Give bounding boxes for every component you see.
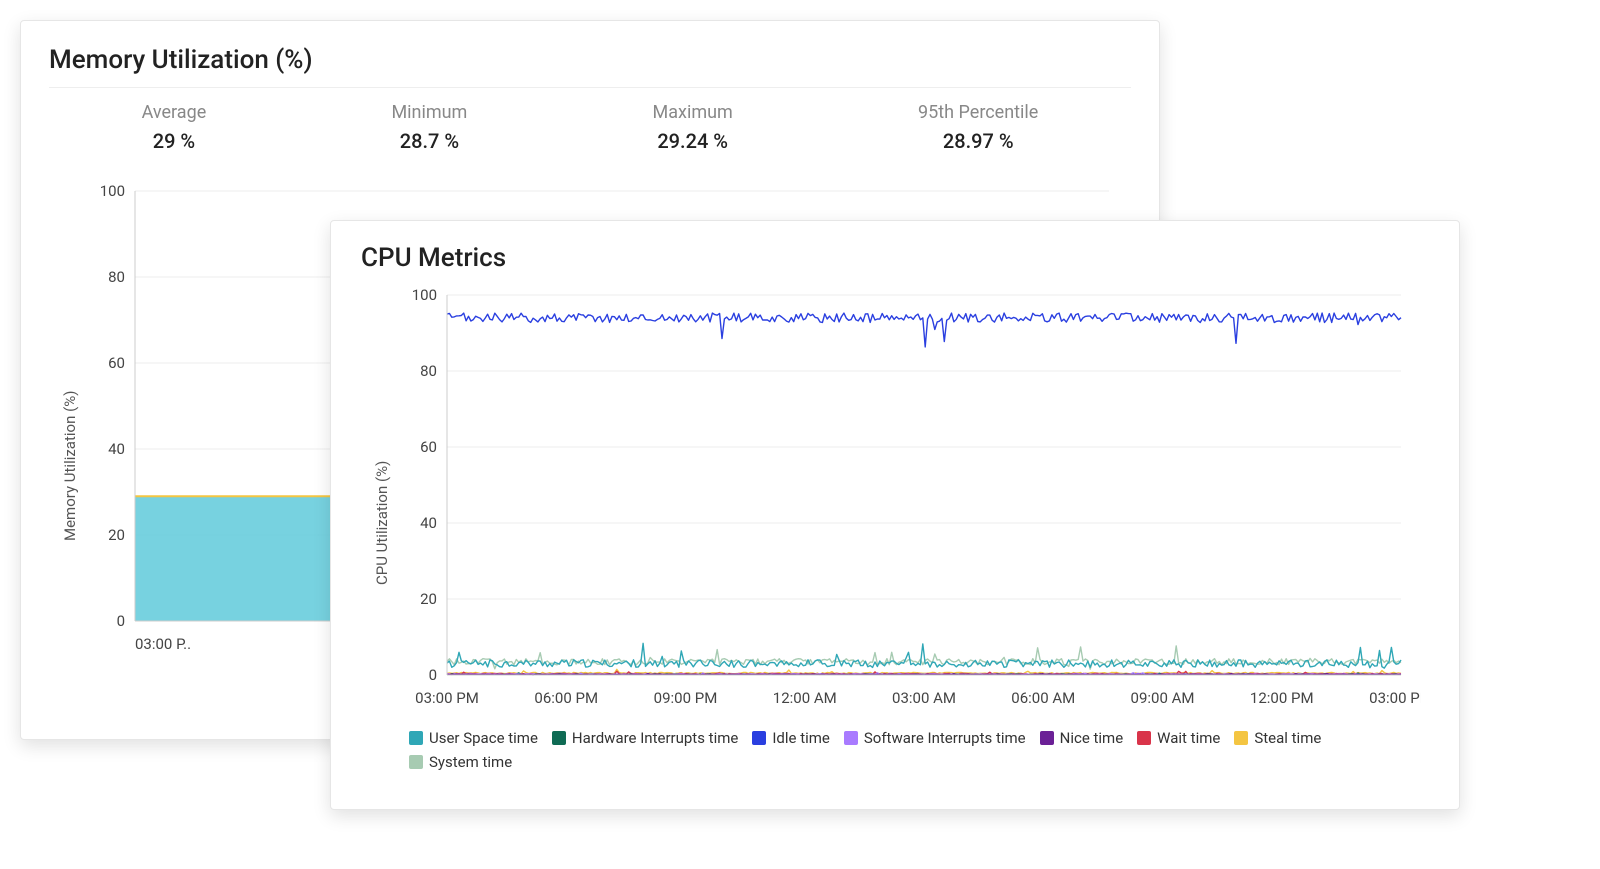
svg-text:60: 60	[108, 354, 125, 372]
stat-label: Minimum	[391, 102, 467, 123]
legend-item[interactable]: Nice time	[1040, 729, 1124, 747]
svg-text:12:00 PM: 12:00 PM	[1250, 689, 1314, 707]
stat-value: 29.24 %	[653, 129, 733, 153]
cpu-legend: User Space time Hardware Interrupts time I…	[409, 729, 1429, 771]
legend-swatch	[752, 731, 766, 745]
legend-swatch	[409, 755, 423, 769]
legend-item[interactable]: Software Interrupts time	[844, 729, 1026, 747]
legend-swatch	[1234, 731, 1248, 745]
legend-swatch	[552, 731, 566, 745]
svg-text:40: 40	[108, 440, 125, 458]
memory-y-axis-label: Memory Utilization (%)	[61, 391, 79, 541]
cpu-card-title: CPU Metrics	[361, 243, 1429, 273]
svg-text:100: 100	[412, 286, 437, 304]
legend-item[interactable]: System time	[409, 753, 512, 771]
stat-minimum: Minimum 28.7 %	[391, 102, 467, 153]
stat-maximum: Maximum 29.24 %	[653, 102, 733, 153]
stat-label: Average	[142, 102, 207, 123]
cpu-y-axis-label: CPU Utilization (%)	[373, 461, 391, 585]
cpu-chart-wrap: CPU Utilization (%) 0 20 40 60 80 100 03:00 PM…	[361, 285, 1429, 715]
svg-text:0: 0	[117, 612, 125, 630]
svg-text:03:00 PM: 03:00 PM	[415, 689, 479, 707]
stat-p95: 95th Percentile 28.97 %	[918, 102, 1038, 153]
legend-label: System time	[429, 753, 512, 771]
svg-text:06:00 AM: 06:00 AM	[1011, 689, 1075, 707]
cpu-card: CPU Metrics CPU Utilization (%) 0 20 40 60 8…	[330, 220, 1460, 810]
svg-text:60: 60	[420, 438, 437, 456]
svg-text:20: 20	[420, 590, 437, 608]
stat-label: 95th Percentile	[918, 102, 1038, 123]
stat-value: 28.7 %	[391, 129, 467, 153]
legend-label: Hardware Interrupts time	[572, 729, 738, 747]
legend-label: Steal time	[1254, 729, 1321, 747]
legend-label: Nice time	[1060, 729, 1124, 747]
stat-value: 28.97 %	[918, 129, 1038, 153]
stat-value: 29 %	[142, 129, 207, 153]
legend-item[interactable]: Idle time	[752, 729, 830, 747]
svg-text:03:00 AM: 03:00 AM	[892, 689, 956, 707]
legend-label: Software Interrupts time	[864, 729, 1026, 747]
svg-text:0: 0	[429, 666, 437, 684]
svg-text:12:00 AM: 12:00 AM	[773, 689, 837, 707]
legend-item[interactable]: Wait time	[1137, 729, 1220, 747]
memory-stats-row: Average 29 % Minimum 28.7 % Maximum 29.2…	[49, 102, 1131, 153]
cpu-chart: 0 20 40 60 80 100 03:00 PM 06:00 PM 09:00 PM 12:0…	[361, 285, 1421, 715]
svg-text:06:00 PM: 06:00 PM	[534, 689, 598, 707]
legend-swatch	[844, 731, 858, 745]
legend-swatch	[409, 731, 423, 745]
svg-text:40: 40	[420, 514, 437, 532]
divider	[49, 87, 1131, 88]
svg-text:09:00 PM: 09:00 PM	[654, 689, 718, 707]
svg-text:09:00 AM: 09:00 AM	[1131, 689, 1195, 707]
svg-text:20: 20	[108, 526, 125, 544]
svg-text:80: 80	[108, 268, 125, 286]
svg-text:100: 100	[100, 182, 125, 200]
legend-item[interactable]: Steal time	[1234, 729, 1321, 747]
stat-label: Maximum	[653, 102, 733, 123]
legend-item[interactable]: User Space time	[409, 729, 538, 747]
legend-label: User Space time	[429, 729, 538, 747]
legend-swatch	[1040, 731, 1054, 745]
legend-item[interactable]: Hardware Interrupts time	[552, 729, 738, 747]
svg-text:80: 80	[420, 362, 437, 380]
memory-card-title: Memory Utilization (%)	[49, 45, 1131, 75]
legend-label: Wait time	[1157, 729, 1220, 747]
svg-text:03:00 P..: 03:00 P..	[135, 635, 191, 653]
stat-average: Average 29 %	[142, 102, 207, 153]
legend-label: Idle time	[772, 729, 830, 747]
legend-swatch	[1137, 731, 1151, 745]
svg-text:03:00 PM: 03:00 PM	[1369, 689, 1421, 707]
